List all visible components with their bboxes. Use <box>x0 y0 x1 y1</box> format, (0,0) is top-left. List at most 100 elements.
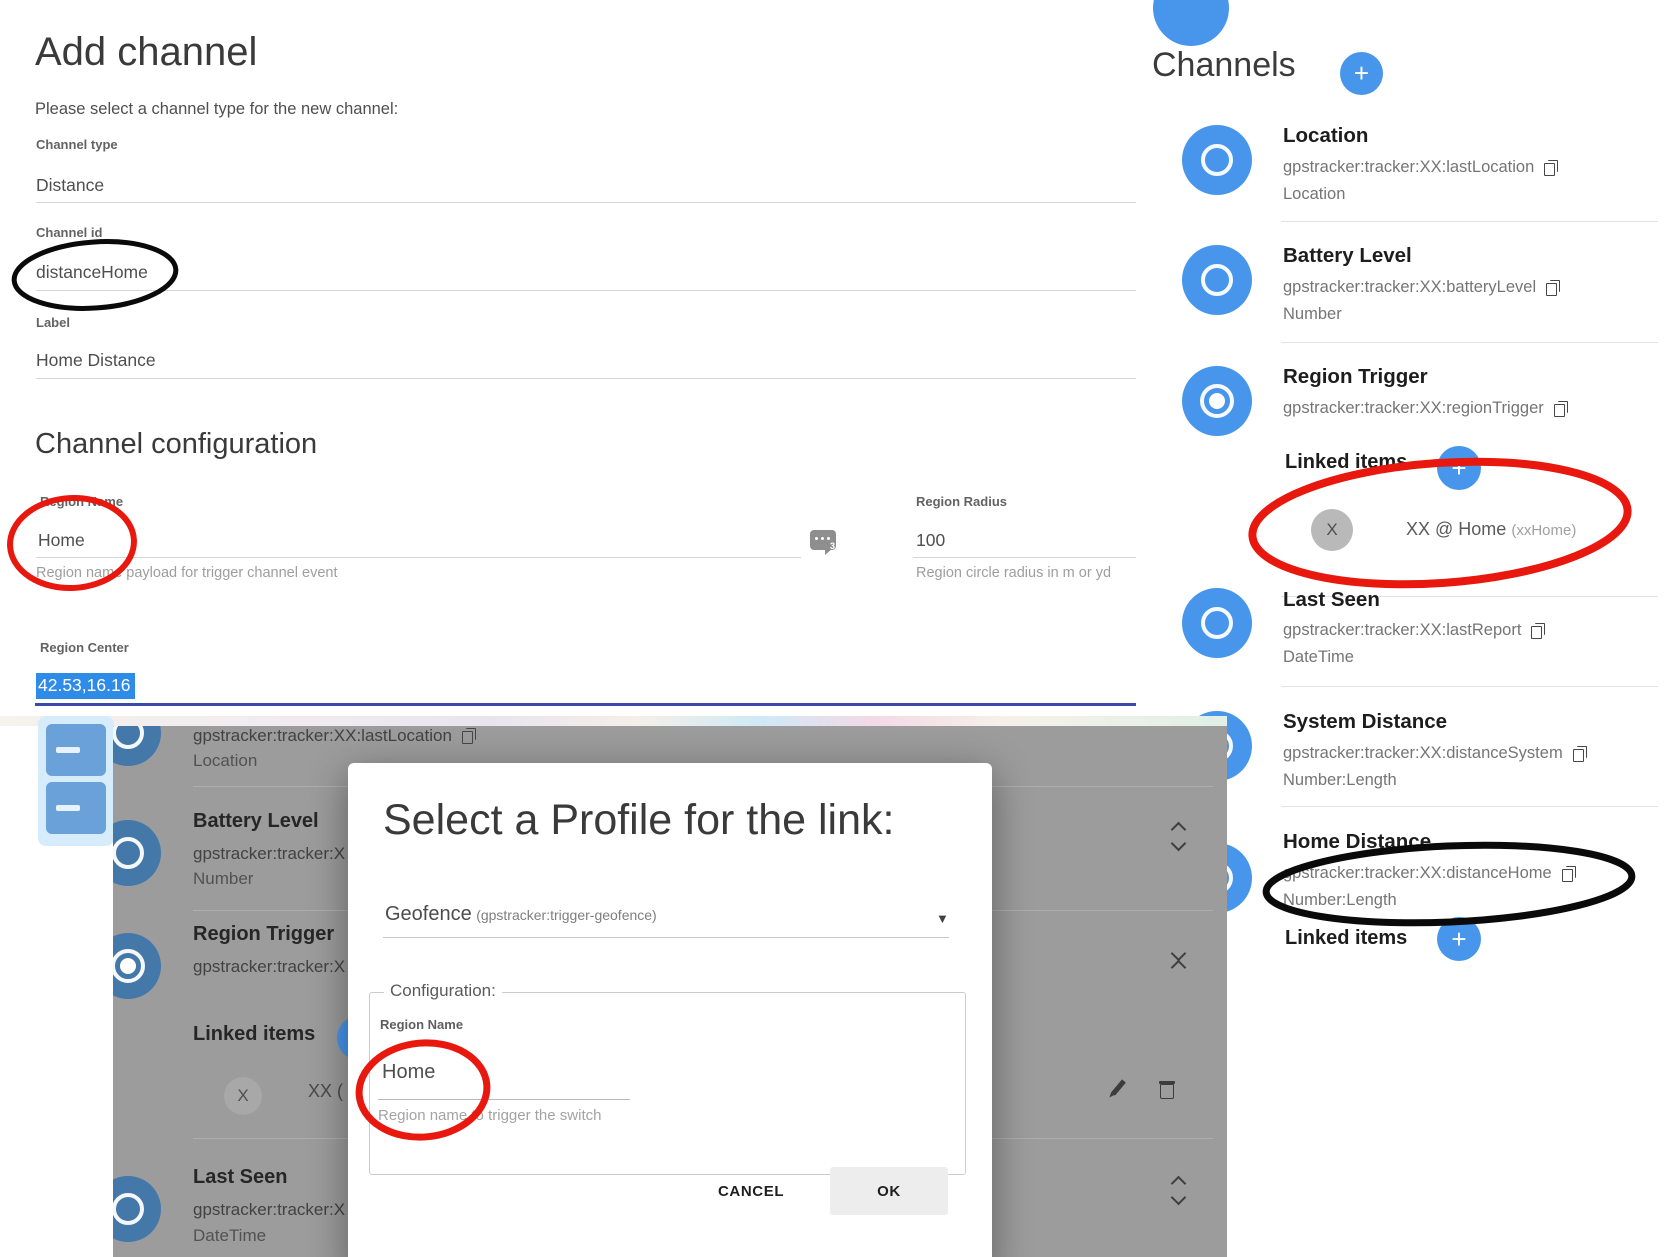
field-underline <box>36 378 1136 379</box>
channel-avatar <box>113 1176 161 1242</box>
form-subtitle: Please select a channel type for the new… <box>35 100 398 119</box>
copy-icon[interactable] <box>1531 623 1545 639</box>
channel-type: Number:Length <box>1283 891 1397 910</box>
channel-uid: gpstracker:tracker:X <box>193 1200 345 1220</box>
plus-icon: + <box>1451 453 1466 484</box>
region-name-helper: Region name to trigger the switch <box>378 1107 601 1124</box>
channel-avatar <box>1182 125 1252 195</box>
selected-text: 42.53,16.16 <box>36 673 135 699</box>
fieldset-legend: Configuration: <box>384 981 502 1001</box>
channel-uid: gpstracker:tracker:XX:regionTrigger <box>1283 399 1544 418</box>
text-parameter-icon[interactable]: 3 <box>810 530 836 550</box>
trigger-channel-icon <box>1200 384 1234 418</box>
label-label: Label <box>36 315 70 330</box>
channel-type: Number:Length <box>1283 771 1397 790</box>
focused-underline <box>35 703 1136 706</box>
screen: Channels + Location gpstracker:tracker:X… <box>0 0 1670 1257</box>
divider <box>1281 686 1658 687</box>
linked-item-avatar: X <box>224 1077 262 1115</box>
map-zoom-out-button[interactable] <box>46 782 106 834</box>
region-center-label: Region Center <box>40 640 129 655</box>
channel-title: Region Trigger <box>1283 365 1428 389</box>
copy-icon[interactable] <box>1573 746 1587 762</box>
collapse-handle-icon[interactable] <box>1173 948 1184 973</box>
channel-uid: gpstracker:tracker:XX:lastLocation <box>193 726 452 746</box>
linked-item-label[interactable]: XX @ Home (xxHome) <box>1406 519 1576 540</box>
select-underline <box>383 937 949 938</box>
channel-title: Battery Level <box>193 810 319 833</box>
copy-icon[interactable] <box>1546 280 1560 296</box>
channel-uid: gpstracker:tracker:X <box>193 844 345 864</box>
channel-avatar <box>113 820 161 886</box>
region-center-field[interactable]: 42.53,16.16 <box>36 673 135 699</box>
divider <box>1281 221 1658 222</box>
channel-type: Number <box>193 869 253 889</box>
location-channel-icon <box>113 726 144 749</box>
add-channel-button[interactable]: + <box>1340 52 1383 95</box>
copy-icon[interactable] <box>462 728 476 744</box>
field-underline <box>36 202 1136 203</box>
sms-dots <box>815 537 818 540</box>
config-heading: Channel configuration <box>35 428 317 461</box>
edit-icon[interactable] <box>1111 1079 1126 1095</box>
linked-items-heading: Linked items <box>1285 927 1407 950</box>
lastseen-channel-icon <box>1201 607 1233 639</box>
profile-select-value: Geofence <box>385 903 472 925</box>
region-name-field[interactable]: Home <box>382 1061 435 1084</box>
fab-cut-circle[interactable] <box>1153 0 1229 46</box>
lastseen-channel-icon <box>113 1193 144 1225</box>
plus-icon: + <box>1354 58 1369 89</box>
battery-channel-icon <box>113 837 144 869</box>
plus-icon: + <box>1451 924 1466 955</box>
ok-button[interactable]: OK <box>830 1167 948 1215</box>
channel-avatar <box>113 726 161 766</box>
channel-id-label: Channel id <box>36 225 102 240</box>
channels-heading: Channels <box>1152 46 1296 85</box>
sort-handle-icon[interactable] <box>1173 824 1184 849</box>
region-name-label: Region Name <box>380 1017 463 1032</box>
location-channel-icon <box>1201 144 1233 176</box>
linked-item-label[interactable]: XX ( <box>308 1081 343 1102</box>
cancel-button[interactable]: CANCEL <box>718 1183 784 1200</box>
region-radius-field[interactable]: 100 <box>916 530 945 551</box>
copy-icon[interactable] <box>1554 401 1568 417</box>
add-channel-form: Add channel Please select a channel type… <box>0 0 1150 716</box>
add-linked-item-button[interactable]: + <box>1437 446 1481 490</box>
region-name-field[interactable]: Home <box>38 530 85 551</box>
modal-title: Select a Profile for the link: <box>383 796 894 845</box>
channel-avatar <box>1182 588 1252 658</box>
region-name-helper: Region name payload for trigger channel … <box>36 565 337 581</box>
divider <box>1281 342 1658 343</box>
channel-uid: gpstracker:tracker:XX:distanceSystem <box>1283 744 1563 763</box>
channel-title: Battery Level <box>1283 244 1412 268</box>
page-title: Add channel <box>35 30 257 75</box>
map-strip <box>0 716 1227 726</box>
configuration-fieldset: Configuration: Region Name Home Region n… <box>369 992 966 1175</box>
channel-id-field[interactable]: distanceHome <box>36 262 148 283</box>
map-zoom-in-button[interactable] <box>46 724 106 776</box>
sms-badge: 3 <box>830 541 835 551</box>
dropdown-arrow-icon[interactable]: ▼ <box>936 911 949 926</box>
sort-handle-icon[interactable] <box>1173 1178 1184 1203</box>
channel-avatar <box>113 933 161 999</box>
divider <box>1281 806 1658 807</box>
field-underline <box>36 557 801 558</box>
channel-type-field[interactable]: Distance <box>36 175 104 196</box>
channel-uid: gpstracker:tracker:XX:lastReport <box>1283 621 1521 640</box>
linked-items-heading: Linked items <box>193 1023 315 1046</box>
copy-icon[interactable] <box>1544 160 1558 176</box>
channel-uid: gpstracker:tracker:XX:lastLocation <box>1283 158 1534 177</box>
profile-select[interactable]: Geofence (gpstracker:trigger-geofence) <box>385 903 657 926</box>
channel-type: Location <box>1283 185 1345 204</box>
channels-panel: Channels + Location gpstracker:tracker:X… <box>1150 0 1670 1257</box>
channel-avatar <box>1182 366 1252 436</box>
label-field[interactable]: Home Distance <box>36 350 156 371</box>
add-linked-item-button[interactable]: + <box>1437 917 1481 961</box>
channel-uid: gpstracker:tracker:X <box>193 957 345 977</box>
field-underline <box>378 1099 630 1100</box>
copy-icon[interactable] <box>1562 866 1576 882</box>
delete-icon[interactable] <box>1159 1080 1175 1099</box>
profile-modal: Select a Profile for the link: Geofence … <box>348 763 992 1257</box>
field-underline <box>36 290 1136 291</box>
channel-avatar <box>1182 245 1252 315</box>
